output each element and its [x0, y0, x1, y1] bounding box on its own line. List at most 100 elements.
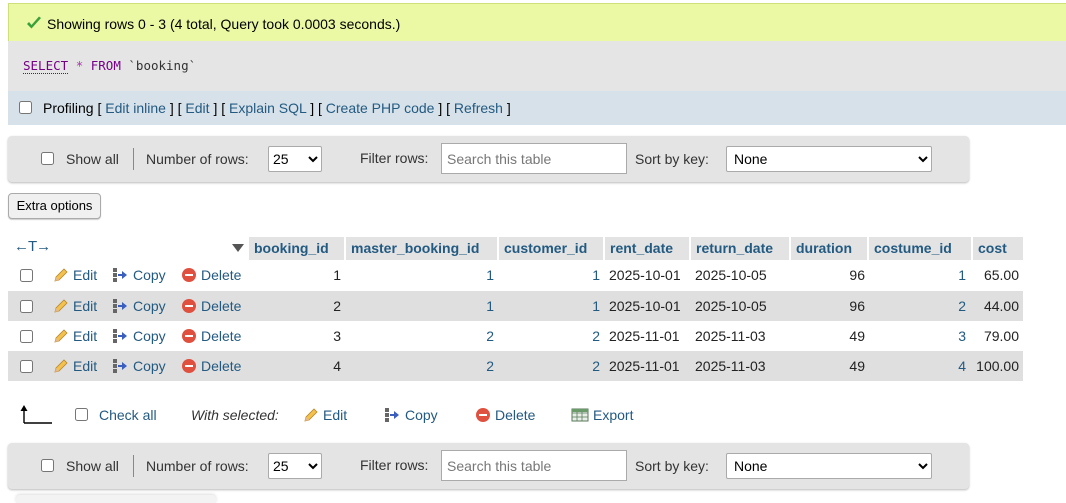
copy-icon — [113, 359, 127, 373]
cell-booking-id: 4 — [333, 358, 341, 374]
column-header-duration[interactable]: duration — [791, 237, 869, 260]
cell-cost: 100.00 — [976, 358, 1019, 374]
success-text: Showing rows 0 - 3 (4 total, Query took … — [47, 16, 401, 32]
edit-inline-link[interactable]: Edit inline — [105, 100, 166, 116]
show-all-checkbox[interactable] — [41, 152, 54, 165]
table-row: Edit Copy Delete 2 1 1 2025-10-01 2025-10-05 96 2… — [8, 291, 1023, 321]
cell-booking-id: 3 — [333, 328, 341, 344]
cell-customer-id[interactable]: 2 — [499, 358, 600, 374]
success-message: Showing rows 0 - 3 (4 total, Query took … — [8, 3, 1066, 41]
bulk-export-button[interactable]: Export — [571, 407, 633, 423]
delete-icon — [182, 329, 196, 343]
sort-dropdown-icon[interactable] — [232, 244, 244, 252]
number-of-rows-label: Number of rows: — [146, 151, 249, 167]
sort-by-key-select[interactable]: None — [726, 146, 932, 172]
explain-sql-link[interactable]: Explain SQL — [229, 100, 306, 116]
cell-duration: 96 — [849, 267, 865, 283]
cell-rent-date: 2025-10-01 — [609, 298, 681, 314]
row-delete-button[interactable]: Delete — [181, 267, 241, 283]
edit-link[interactable]: Edit — [185, 100, 209, 116]
extra-options-button[interactable]: Extra options — [8, 193, 101, 219]
divider — [133, 148, 134, 170]
filter-rows-label-bottom: Filter rows: — [360, 457, 429, 473]
bulk-copy-button[interactable]: Copy — [384, 407, 438, 423]
divider — [133, 455, 134, 477]
show-all-checkbox-bottom[interactable] — [41, 459, 54, 472]
row-delete-button[interactable]: Delete — [181, 298, 241, 314]
cell-costume-id[interactable]: 2 — [869, 298, 966, 314]
show-all-label[interactable]: Show all — [66, 151, 119, 167]
column-header-return-date[interactable]: return_date — [691, 237, 791, 260]
row-edit-button[interactable]: Edit — [53, 358, 97, 374]
delete-icon — [182, 299, 196, 313]
check-all-link[interactable]: Check all — [99, 407, 157, 423]
cell-return-date: 2025-11-03 — [695, 358, 766, 374]
bulk-delete-button[interactable]: Delete — [475, 407, 535, 423]
page-bottom-edge — [16, 495, 216, 503]
table-row: Edit Copy Delete 1 1 1 2025-10-01 2025-10-05 96 1… — [8, 260, 1023, 290]
row-checkbox[interactable] — [20, 269, 33, 282]
bulk-actions-bar: Check all With selected: Edit Copy Delet… — [8, 399, 708, 429]
show-all-label-bottom[interactable]: Show all — [66, 458, 119, 474]
navigation-bar-top: Show all Number of rows: 25 Filter rows:… — [8, 136, 969, 182]
cell-costume-id[interactable]: 1 — [869, 267, 966, 283]
sort-by-key-select-bottom[interactable]: None — [726, 453, 932, 479]
refresh-link[interactable]: Refresh — [454, 100, 503, 116]
cell-master-booking-id[interactable]: 2 — [346, 358, 494, 374]
row-copy-button[interactable]: Copy — [112, 328, 166, 344]
filter-rows-input[interactable] — [441, 143, 627, 174]
with-selected-label: With selected: — [191, 407, 279, 423]
number-of-rows-select-bottom[interactable]: 25 — [268, 453, 322, 479]
row-delete-button[interactable]: Delete — [181, 328, 241, 344]
column-header-costume-id[interactable]: costume_id — [869, 237, 973, 260]
profiling-bar: Profiling [ Edit inline ] [ Edit ] [ Exp… — [8, 91, 1066, 125]
row-edit-button[interactable]: Edit — [53, 267, 97, 283]
cell-rent-date: 2025-10-01 — [609, 267, 681, 283]
delete-icon — [182, 268, 196, 282]
column-header-rent-date[interactable]: rent_date — [605, 237, 691, 260]
cell-customer-id[interactable]: 1 — [499, 298, 600, 314]
create-php-code-link[interactable]: Create PHP code — [326, 100, 435, 116]
arrow-up-left-icon — [20, 405, 52, 424]
cell-costume-id[interactable]: 4 — [869, 358, 966, 374]
column-header-customer-id[interactable]: customer_id — [499, 237, 605, 260]
table-row: Edit Copy Delete 4 2 2 2025-11-01 2025-11-03 49 4… — [8, 351, 1023, 381]
filter-rows-input-bottom[interactable] — [441, 450, 627, 481]
cell-costume-id[interactable]: 3 — [869, 328, 966, 344]
sql-query: SELECT * FROM `booking` — [23, 58, 196, 74]
cell-cost: 65.00 — [983, 267, 1019, 283]
sql-keyword-select[interactable]: SELECT — [23, 58, 69, 74]
cell-master-booking-id[interactable]: 1 — [346, 298, 494, 314]
cell-customer-id[interactable]: 2 — [499, 328, 600, 344]
copy-icon — [113, 329, 127, 343]
cell-master-booking-id[interactable]: 1 — [346, 267, 494, 283]
row-copy-button[interactable]: Copy — [112, 298, 166, 314]
row-checkbox[interactable] — [20, 360, 33, 373]
cell-booking-id: 1 — [333, 267, 341, 283]
sql-query-box: SELECT * FROM `booking` — [8, 41, 1066, 91]
cell-return-date: 2025-10-05 — [695, 298, 767, 314]
cell-master-booking-id[interactable]: 2 — [346, 328, 494, 344]
cell-rent-date: 2025-11-01 — [609, 358, 680, 374]
row-edit-button[interactable]: Edit — [53, 298, 97, 314]
delete-icon — [182, 359, 196, 373]
number-of-rows-select[interactable]: 25 — [268, 146, 322, 172]
column-arrows-icon[interactable]: ←T→ — [14, 238, 51, 255]
row-checkbox[interactable] — [20, 330, 33, 343]
row-edit-button[interactable]: Edit — [53, 328, 97, 344]
pencil-icon — [54, 329, 68, 343]
profiling-checkbox[interactable] — [19, 101, 32, 114]
row-checkbox[interactable] — [20, 300, 33, 313]
copy-icon — [113, 268, 127, 282]
column-header-cost[interactable]: cost — [973, 237, 1023, 260]
row-copy-button[interactable]: Copy — [112, 358, 166, 374]
table-row: Edit Copy Delete 3 2 2 2025-11-01 2025-11-03 49 3… — [8, 321, 1023, 351]
cell-customer-id[interactable]: 1 — [499, 267, 600, 283]
cell-cost: 44.00 — [983, 298, 1019, 314]
row-copy-button[interactable]: Copy — [112, 267, 166, 283]
bulk-edit-button[interactable]: Edit — [303, 407, 347, 423]
column-header-booking-id[interactable]: booking_id — [249, 237, 346, 260]
column-header-master-booking-id[interactable]: master_booking_id — [346, 237, 499, 260]
check-all-checkbox[interactable] — [75, 408, 88, 421]
row-delete-button[interactable]: Delete — [181, 358, 241, 374]
